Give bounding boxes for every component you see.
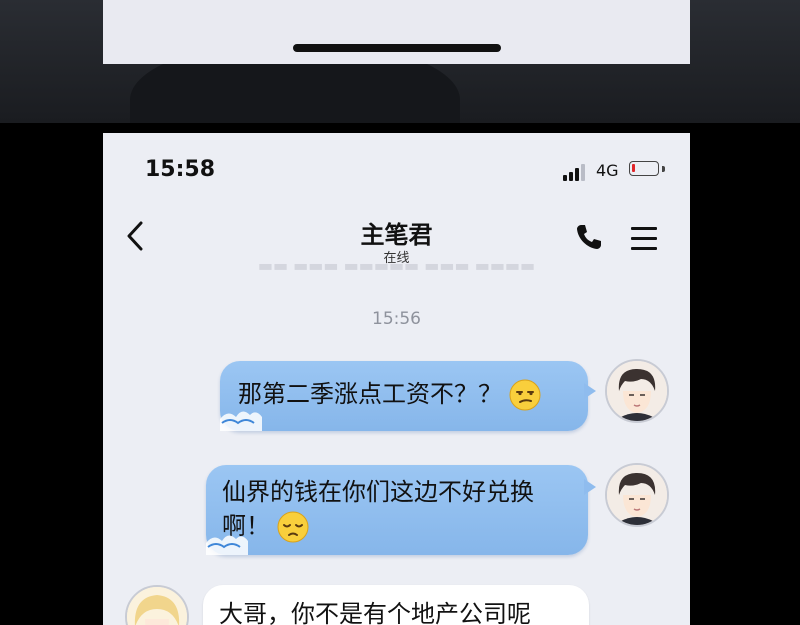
wave-decoration-icon [206,535,248,555]
message-text: 大哥，你不是有个地产公司呢 [219,600,531,625]
call-button[interactable] [573,221,605,253]
received-message-bubble[interactable]: 大哥，你不是有个地产公司呢 [203,585,589,625]
message-timestamp: 15:56 [372,309,421,329]
home-indicator[interactable] [293,44,501,52]
network-type: 4G [596,161,619,180]
menu-button[interactable] [629,223,659,253]
unamused-face-icon [509,379,541,411]
pensive-face-icon [277,511,309,543]
status-bar: 15:58 4G [103,133,690,203]
battery-icon [629,161,659,176]
sent-message-bubble[interactable]: 仙界的钱在你们这边不好兑换 啊！ [206,465,596,555]
my-avatar[interactable] [605,359,669,423]
avatar-man-icon [607,465,667,525]
phone-screen: 15:58 4G 主笔君 在线 ▬▬ ▬▬▬ ▬▬▬▬▬ ▬▬▬ ▬▬▬▬ 15… [103,133,690,625]
bubble-tail [584,479,596,495]
message-text-line: 仙界的钱在你们这边不好兑换 [222,478,534,506]
battery-cap [662,166,665,172]
phone-icon [577,225,601,249]
contact-avatar[interactable] [125,585,189,625]
scrolled-message-remnant: ▬▬ ▬▬▬ ▬▬▬▬▬ ▬▬▬ ▬▬▬▬ [257,261,536,273]
bubble-tail [584,383,596,399]
avatar-blonde-icon [127,587,187,625]
my-avatar[interactable] [605,463,669,527]
avatar-man-icon [607,361,667,421]
status-time: 15:58 [145,157,216,182]
previous-panel-phone [103,0,690,64]
signal-icon [563,163,591,181]
wave-decoration-icon [220,411,262,431]
sent-message-bubble[interactable]: 那第二季涨点工资不？？ [220,361,596,431]
